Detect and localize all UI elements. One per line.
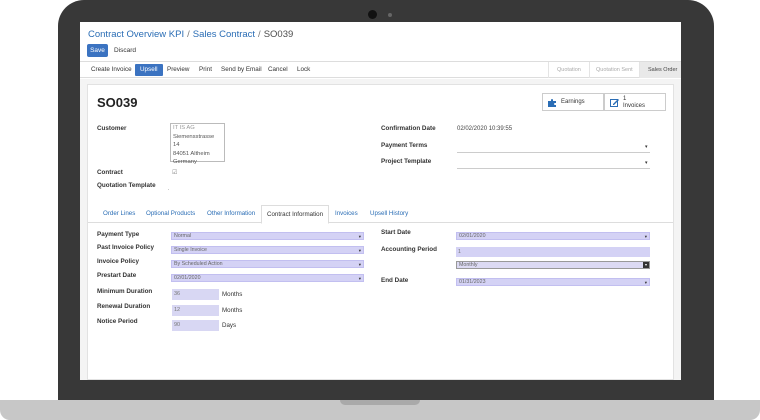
confirmation-date-value[interactable]: 02/02/2020 10:39:55 [457, 126, 512, 132]
invoices-label: Invoices [623, 103, 646, 109]
action-bar: Create Invoice Upsell Preview Print Send… [80, 62, 681, 78]
minimum-duration-label: Minimum Duration [97, 288, 153, 295]
payment-terms-caret-icon[interactable]: ▾ [645, 144, 648, 150]
tab-upsell-history[interactable]: Upsell History [370, 205, 408, 223]
chevron-down-icon: ▾ [358, 262, 361, 267]
laptop-base-notch [340, 400, 420, 405]
chevron-down-icon: ▾ [644, 234, 647, 239]
confirmation-date-label: Confirmation Date [381, 125, 436, 132]
past-invoice-policy-value: Single Invoice [174, 247, 207, 253]
quotation-template-field[interactable] [168, 189, 169, 190]
status-separator [589, 62, 590, 78]
renewal-duration-label: Renewal Duration [97, 303, 151, 310]
form-sheet: SO039 Earnings 1 Invoices Customer IT IS… [87, 84, 674, 380]
record-title: SO039 [97, 95, 138, 110]
project-template-label: Project Template [381, 158, 432, 165]
start-date-value: 02/01/2020 [459, 233, 486, 239]
customer-street: Siemensstrasse 14 [173, 133, 215, 149]
past-invoice-policy-label: Past Invoice Policy [97, 244, 155, 251]
customer-address[interactable]: IT IS AG Siemensstrasse 14 84051 Altheim… [170, 123, 225, 165]
end-date-field[interactable]: 01/31/2023 ▾ [456, 278, 650, 286]
camera-icon [368, 10, 377, 19]
notice-period-unit: Days [222, 322, 237, 329]
payment-terms-field[interactable] [457, 152, 650, 153]
payment-type-value: Normal [174, 233, 192, 239]
send-by-email-button[interactable]: Send by Email [221, 62, 262, 78]
status-quotation[interactable]: Quotation [557, 62, 581, 78]
status-sales-order[interactable]: Sales Order [640, 62, 681, 78]
invoices-button[interactable]: 1 Invoices [604, 93, 666, 111]
lock-button[interactable]: Lock [297, 62, 310, 78]
earnings-label: Earnings [561, 99, 585, 105]
minimum-duration-unit: Months [222, 291, 243, 298]
chevron-down-icon: ▾ [644, 280, 647, 285]
notebook-tabs: Order Lines Optional Products Other Info… [88, 205, 673, 224]
control-panel: Contract Overview KPI / Sales Contract / SO0… [80, 22, 681, 62]
past-invoice-policy-select[interactable]: Single Invoice ▾ [171, 246, 364, 254]
renewal-duration-input[interactable]: 12 [172, 305, 219, 316]
tab-optional-products[interactable]: Optional Products [146, 205, 195, 223]
contract-checkbox[interactable]: ☑ [172, 169, 177, 176]
invoice-policy-value: By Scheduled Action [174, 261, 223, 267]
discard-button[interactable]: Discard [114, 44, 136, 57]
end-date-label: End Date [381, 277, 409, 284]
camera-sensor [388, 13, 392, 17]
customer-country: Germany [173, 159, 197, 165]
status-separator [548, 62, 549, 78]
renewal-duration-unit: Months [222, 307, 243, 314]
payment-terms-label: Payment Terms [381, 142, 428, 149]
customer-label: Customer [97, 125, 127, 132]
start-date-label: Start Date [381, 229, 411, 236]
payment-type-select[interactable]: Normal ▾ [171, 232, 364, 240]
invoices-count: 1 [623, 96, 627, 102]
puzzle-icon [548, 99, 556, 107]
customer-name: IT IS AG [173, 125, 195, 131]
tab-order-lines[interactable]: Order Lines [103, 205, 135, 223]
prestart-date-value: 02/01/2020 [174, 275, 201, 281]
chevron-down-icon: ▾ [358, 234, 361, 239]
preview-button[interactable]: Preview [167, 62, 189, 78]
tab-invoices[interactable]: Invoices [335, 205, 358, 223]
end-date-value: 01/31/2023 [459, 279, 486, 285]
payment-type-label: Payment Type [97, 231, 140, 238]
create-invoice-button[interactable]: Create Invoice [91, 62, 132, 78]
customer-city: 84051 Altheim [173, 150, 210, 157]
chevron-down-icon: ▾ [358, 276, 361, 281]
project-template-field[interactable] [457, 168, 650, 169]
prestart-date-label: Prestart Date [97, 272, 137, 279]
print-button[interactable]: Print [199, 62, 212, 78]
accounting-period-input[interactable]: 1 [456, 247, 650, 257]
prestart-date-field[interactable]: 02/01/2020 ▾ [171, 274, 364, 282]
chevron-down-icon: ▾ [643, 262, 649, 268]
accounting-period-label: Accounting Period [381, 246, 437, 253]
edit-icon [610, 99, 619, 107]
notice-period-input[interactable]: 90 [172, 320, 219, 331]
contract-label: Contract [97, 169, 123, 176]
cancel-button[interactable]: Cancel [268, 62, 288, 78]
accounting-period-unit-value: Monthly [459, 262, 478, 268]
tab-other-information[interactable]: Other Information [207, 205, 255, 223]
minimum-duration-input[interactable]: 36 [172, 289, 219, 300]
tab-contract-information[interactable]: Contract Information [261, 205, 330, 224]
status-quotation-sent[interactable]: Quotation Sent [596, 62, 633, 78]
notice-period-label: Notice Period [97, 318, 138, 325]
chevron-down-icon: ▾ [358, 248, 361, 253]
earnings-button[interactable]: Earnings [542, 93, 604, 111]
accounting-period-unit-select[interactable]: Monthly ▾ [456, 261, 650, 269]
breadcrumb-separator: / [258, 29, 261, 40]
breadcrumb-sales-contract[interactable]: Sales Contract [193, 29, 255, 40]
breadcrumb-current: SO039 [263, 29, 294, 40]
breadcrumb: Contract Overview KPI / Sales Contract / SO0… [88, 29, 293, 40]
quotation-template-label: Quotation Template [97, 182, 156, 189]
upsell-button[interactable]: Upsell [135, 64, 163, 76]
invoice-policy-select[interactable]: By Scheduled Action ▾ [171, 260, 364, 268]
save-button[interactable]: Save [87, 44, 108, 57]
invoice-policy-label: Invoice Policy [97, 258, 139, 265]
breadcrumb-separator: / [187, 29, 190, 40]
app-screen: Contract Overview KPI / Sales Contract / SO0… [80, 22, 681, 380]
start-date-field[interactable]: 02/01/2020 ▾ [456, 232, 650, 240]
breadcrumb-contract-overview[interactable]: Contract Overview KPI [88, 29, 184, 40]
project-template-caret-icon[interactable]: ▾ [645, 160, 648, 166]
